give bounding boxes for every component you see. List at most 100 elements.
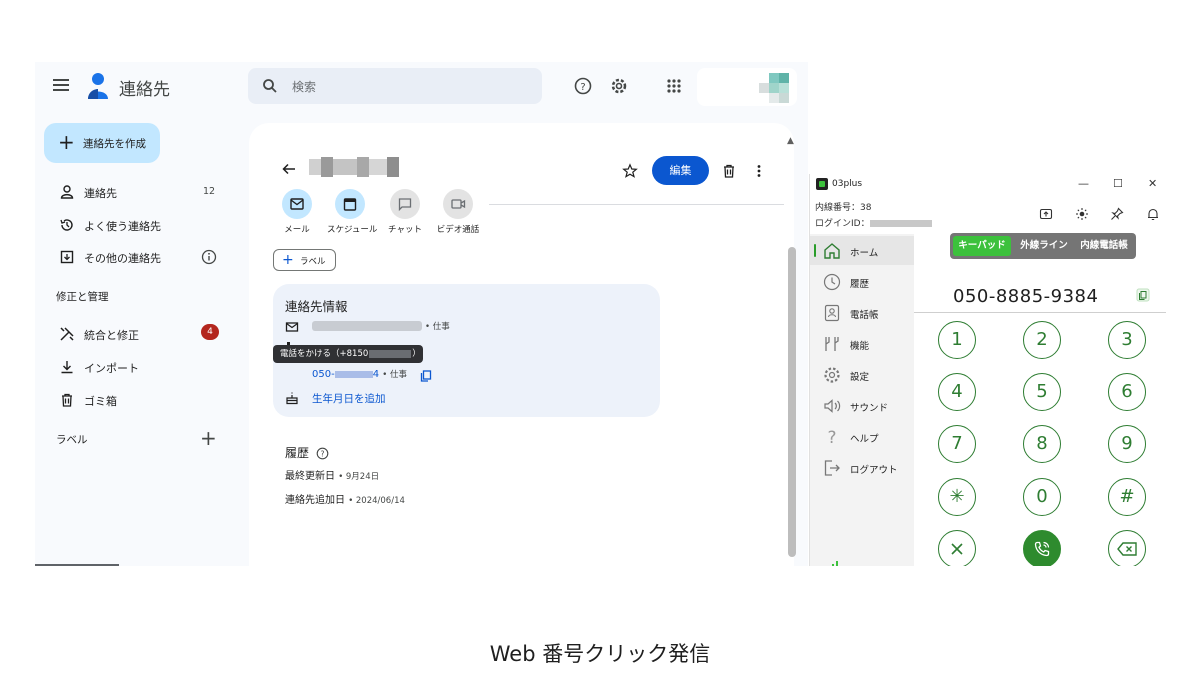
search-bar[interactable]: 検索 — [248, 68, 542, 104]
svg-text:?: ? — [827, 428, 836, 447]
help-icon[interactable]: ? — [572, 75, 594, 97]
divider — [489, 204, 784, 205]
clear-button[interactable] — [938, 530, 976, 566]
scroll-up-arrow-icon[interactable]: ▲ — [787, 136, 794, 146]
last-updated-value: • 9月24日 — [338, 472, 380, 482]
nav-home[interactable]: ホーム — [810, 236, 914, 265]
sidebar-item-label: 連絡先 — [84, 187, 117, 200]
video-call-action-button[interactable]: ビデオ通話 — [435, 189, 481, 235]
search-input[interactable]: 検索 — [292, 78, 316, 95]
cake-icon — [285, 390, 299, 405]
apps-grid-icon[interactable] — [663, 75, 685, 97]
phone-number-link[interactable]: 050- 4 • 仕事 — [312, 368, 407, 380]
pin-icon[interactable] — [1110, 206, 1124, 225]
menu-icon[interactable] — [53, 79, 69, 93]
settings-gear-icon[interactable] — [608, 75, 630, 97]
copy-icon[interactable] — [420, 367, 432, 386]
upload-icon[interactable] — [1039, 206, 1053, 225]
contacts-window: 連絡先 検索 ? + 連絡先を作成 連絡先 12 よく使う連絡先 その他の連絡先… — [35, 62, 808, 566]
divider — [914, 312, 1166, 313]
action-label: メール — [284, 225, 310, 235]
key-3[interactable]: 3 — [1108, 321, 1146, 359]
key-6[interactable]: 6 — [1108, 373, 1146, 411]
create-contact-button[interactable]: + 連絡先を作成 — [44, 123, 160, 163]
help-icon[interactable]: ? — [316, 445, 329, 464]
merge-badge: 4 — [201, 324, 219, 340]
sidebar-item-contacts[interactable]: 連絡先 12 — [35, 178, 245, 206]
key-7[interactable]: 7 — [938, 425, 976, 463]
label-button-text: ラベル — [300, 257, 326, 267]
nav-history[interactable]: 履歴 — [810, 267, 914, 296]
sidebar-item-label: インポート — [84, 362, 139, 375]
sidebar-item-merge-fix[interactable]: 統合と修正 4 — [35, 320, 245, 348]
email-tag: • 仕事 — [425, 322, 450, 332]
phone-call-icon — [1034, 541, 1050, 557]
nav-settings[interactable]: 設定 — [810, 360, 914, 389]
caption: Web 番号クリック発信 — [489, 642, 711, 666]
call-button[interactable] — [1023, 530, 1061, 566]
phone-suffix: 4 — [372, 369, 380, 380]
bell-icon[interactable] — [1146, 206, 1160, 225]
sidebar-item-import[interactable]: インポート — [35, 353, 245, 381]
back-arrow-icon[interactable] — [281, 161, 297, 177]
delete-trash-icon[interactable] — [721, 163, 737, 183]
nav-features[interactable]: 機能 — [810, 329, 914, 358]
history-title: 履歴 — [285, 446, 310, 460]
brightness-icon[interactable] — [1075, 206, 1089, 225]
sidebar-item-frequent[interactable]: よく使う連絡先 — [35, 211, 245, 239]
nav-label: 設定 — [850, 372, 870, 383]
sidebar-item-trash[interactable]: ゴミ箱 — [35, 386, 245, 414]
gear-icon — [822, 365, 842, 385]
maximize-icon[interactable]: ☐ — [1113, 177, 1123, 190]
nav-label: ホーム — [850, 248, 879, 259]
close-icon[interactable]: ✕ — [1148, 177, 1157, 190]
question-icon: ? — [822, 427, 842, 448]
download-icon — [59, 359, 75, 375]
key-0[interactable]: 0 — [1023, 478, 1061, 516]
key-4[interactable]: 4 — [938, 373, 976, 411]
key-5[interactable]: 5 — [1023, 373, 1061, 411]
last-updated-label: 最終更新日 — [285, 471, 335, 482]
key-8[interactable]: 8 — [1023, 425, 1061, 463]
key-star[interactable]: ✳ — [938, 478, 976, 516]
key-1[interactable]: 1 — [938, 321, 976, 359]
key-2[interactable]: 2 — [1023, 321, 1061, 359]
email-action-button[interactable]: メール — [274, 189, 320, 235]
key-9[interactable]: 9 — [1108, 425, 1146, 463]
add-birthday-link[interactable]: 生年月日を追加 — [312, 391, 386, 406]
tab-keypad[interactable]: キーパッド — [953, 236, 1011, 256]
nav-help[interactable]: ? ヘルプ — [810, 422, 914, 451]
minimize-icon[interactable]: — — [1078, 177, 1089, 190]
backspace-button[interactable] — [1108, 530, 1146, 566]
tab-external-line[interactable]: 外線ライン — [1015, 236, 1073, 256]
phone-prefix: 050- — [312, 369, 335, 380]
call-tooltip: 電話をかける（+8150 ） — [273, 345, 423, 363]
account-avatar[interactable] — [697, 68, 797, 106]
edit-button[interactable]: 編集 — [652, 156, 709, 185]
copy-icon[interactable] — [1135, 287, 1151, 307]
tab-internal-directory[interactable]: 内線電話帳 — [1075, 236, 1133, 256]
key-hash[interactable]: # — [1108, 478, 1146, 516]
dialed-number: 050-8885-9384 — [953, 286, 1099, 307]
add-label-plus-icon[interactable]: + — [200, 428, 217, 448]
scrollbar-thumb[interactable] — [788, 247, 796, 557]
nav-sound[interactable]: サウンド — [810, 391, 914, 420]
contact-info-card: 連絡先情報 • 仕事 電話をかける（+8150 ） 050- 4 • 仕事 生年月日… — [273, 284, 660, 417]
sidebar-item-label: 統合と修正 — [84, 329, 139, 342]
contact-name-redacted — [309, 156, 405, 178]
star-icon[interactable] — [622, 163, 638, 183]
trash-icon — [59, 392, 75, 408]
sidebar-item-other-contacts[interactable]: その他の連絡先 — [35, 243, 245, 271]
login-id-redacted — [869, 220, 932, 227]
phone-redacted — [334, 370, 373, 378]
schedule-action-button[interactable]: スケジュール — [327, 189, 377, 235]
more-vert-icon[interactable] — [751, 163, 767, 183]
chat-action-button[interactable]: チャット — [382, 189, 428, 235]
close-x-icon — [951, 543, 963, 555]
info-icon[interactable] — [201, 249, 217, 269]
add-label-button[interactable]: + ラベル — [273, 249, 336, 271]
nav-label: 機能 — [850, 341, 870, 352]
phonebook-icon — [822, 303, 842, 323]
nav-phonebook[interactable]: 電話帳 — [810, 298, 914, 327]
nav-logout[interactable]: ログアウト — [810, 453, 914, 482]
